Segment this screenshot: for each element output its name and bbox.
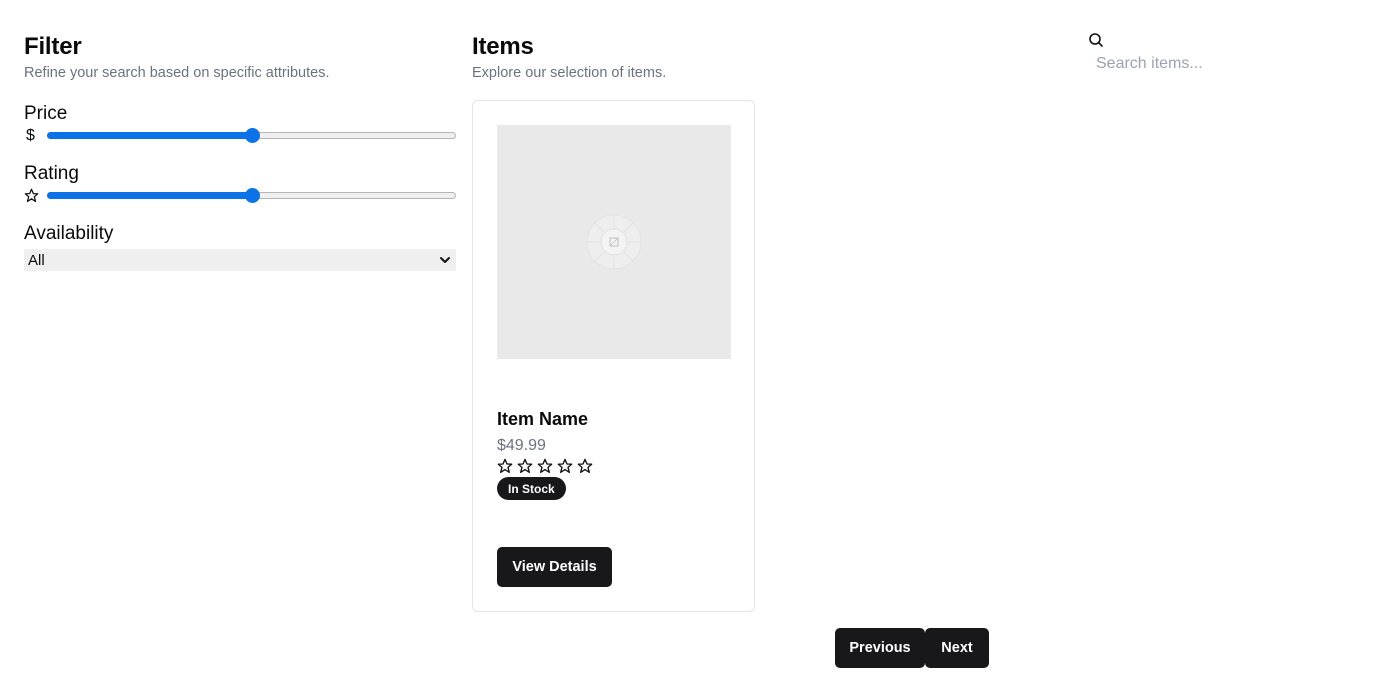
item-image-placeholder [497, 125, 731, 359]
filter-subtitle: Refine your search based on specific att… [24, 65, 330, 81]
item-price: $49.99 [497, 437, 546, 454]
star-icon [577, 458, 593, 473]
search-input[interactable] [1088, 52, 1348, 76]
items-title: Items [472, 33, 534, 60]
dollar-icon: $ [26, 127, 35, 144]
next-button[interactable]: Next [925, 628, 989, 668]
price-slider-fill [47, 132, 252, 139]
price-label: Price [24, 103, 68, 124]
search-icon [1088, 32, 1104, 53]
star-icon [497, 458, 513, 473]
view-details-button[interactable]: View Details [497, 547, 612, 587]
availability-label: Availability [24, 223, 114, 244]
price-slider[interactable] [47, 126, 456, 146]
item-name[interactable]: Item Name [497, 409, 588, 430]
rating-slider[interactable] [47, 186, 456, 206]
image-placeholder-icon [586, 214, 642, 270]
filter-title: Filter [24, 33, 82, 60]
item-card: Item Name $49.99 In Stock View Details [472, 100, 755, 612]
star-icon [557, 458, 573, 473]
star-icon [24, 188, 39, 208]
rating-slider-thumb[interactable] [244, 188, 260, 203]
items-subtitle: Explore our selection of items. [472, 65, 667, 81]
star-icon [517, 458, 533, 473]
availability-selected-value: All [28, 251, 45, 269]
chevron-down-icon [438, 253, 452, 271]
item-rating-stars [497, 458, 593, 474]
stock-badge: In Stock [497, 477, 566, 500]
rating-slider-fill [47, 192, 252, 199]
star-icon [537, 458, 553, 473]
rating-label: Rating [24, 163, 79, 184]
availability-select[interactable]: All [24, 249, 456, 271]
previous-button[interactable]: Previous [835, 628, 925, 668]
price-slider-thumb[interactable] [244, 128, 260, 143]
